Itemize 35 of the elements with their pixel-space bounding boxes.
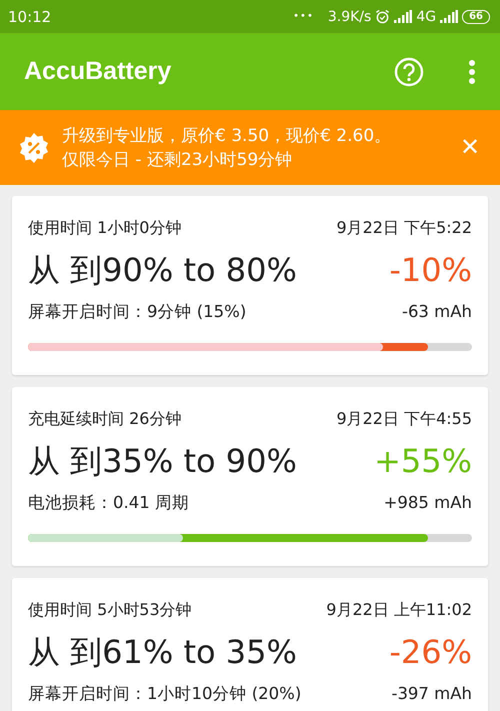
notification-dots: •••	[293, 11, 314, 22]
network-type: 4G	[416, 8, 436, 24]
clock: 10:12	[8, 8, 52, 26]
session-detail: 屏幕开启时间：9分钟 (15%)	[28, 301, 246, 323]
capacity-change: -397 mAh	[391, 684, 472, 703]
session-duration: 充电延续时间 26分钟	[28, 409, 182, 430]
capacity-change: -63 mAh	[402, 302, 472, 321]
session-date: 9月22日 下午5:22	[336, 218, 472, 239]
promo-text: 升级到专业版，原价€ 3.50，现价€ 2.60。	[62, 124, 392, 148]
session-card[interactable]: 使用时间 5小时53分钟 9月22日 上午11:02 从 到61% to 35% -26% 屏幕开启时间：1小时10分钟 (20%) -397 mAh	[12, 578, 488, 711]
charge-change: -26%	[389, 633, 472, 671]
session-card[interactable]: 使用时间 1小时0分钟 9月22日 下午5:22 从 到90% to 80% -10% 屏幕开启时间：9分钟 (15%) -63 mAh	[12, 196, 488, 375]
capacity-change: +985 mAh	[384, 493, 472, 512]
session-detail: 屏幕开启时间：1小时10分钟 (20%)	[28, 683, 302, 705]
discount-badge-icon	[18, 132, 50, 164]
help-icon[interactable]	[394, 56, 424, 86]
more-icon[interactable]	[468, 58, 476, 84]
charge-range: 从 到61% to 35%	[28, 632, 297, 673]
charge-range: 从 到90% to 80%	[28, 250, 297, 291]
signal-icon	[440, 10, 458, 23]
signal-icon	[394, 10, 412, 23]
charge-range: 从 到35% to 90%	[28, 441, 297, 482]
charge-change: +55%	[374, 442, 472, 480]
session-card[interactable]: 充电延续时间 26分钟 9月22日 下午4:55 从 到35% to 90% +55% 电池损耗：0.41 周期 +985 mAh	[12, 387, 488, 566]
session-date: 9月22日 下午4:55	[336, 409, 472, 430]
promo-countdown: 仅限今日 - 还剩23小时59分钟	[62, 148, 294, 172]
battery-level: 66	[462, 10, 490, 24]
charge-change: -10%	[389, 251, 472, 289]
network-speed: 3.9K/s	[328, 8, 372, 24]
session-duration: 使用时间 1小时0分钟	[28, 218, 182, 239]
alarm-icon	[375, 9, 390, 24]
session-duration: 使用时间 5小时53分钟	[28, 600, 192, 621]
session-detail: 电池损耗：0.41 周期	[28, 492, 189, 514]
session-date: 9月22日 上午11:02	[326, 600, 472, 621]
app-title: AccuBattery	[24, 57, 172, 86]
